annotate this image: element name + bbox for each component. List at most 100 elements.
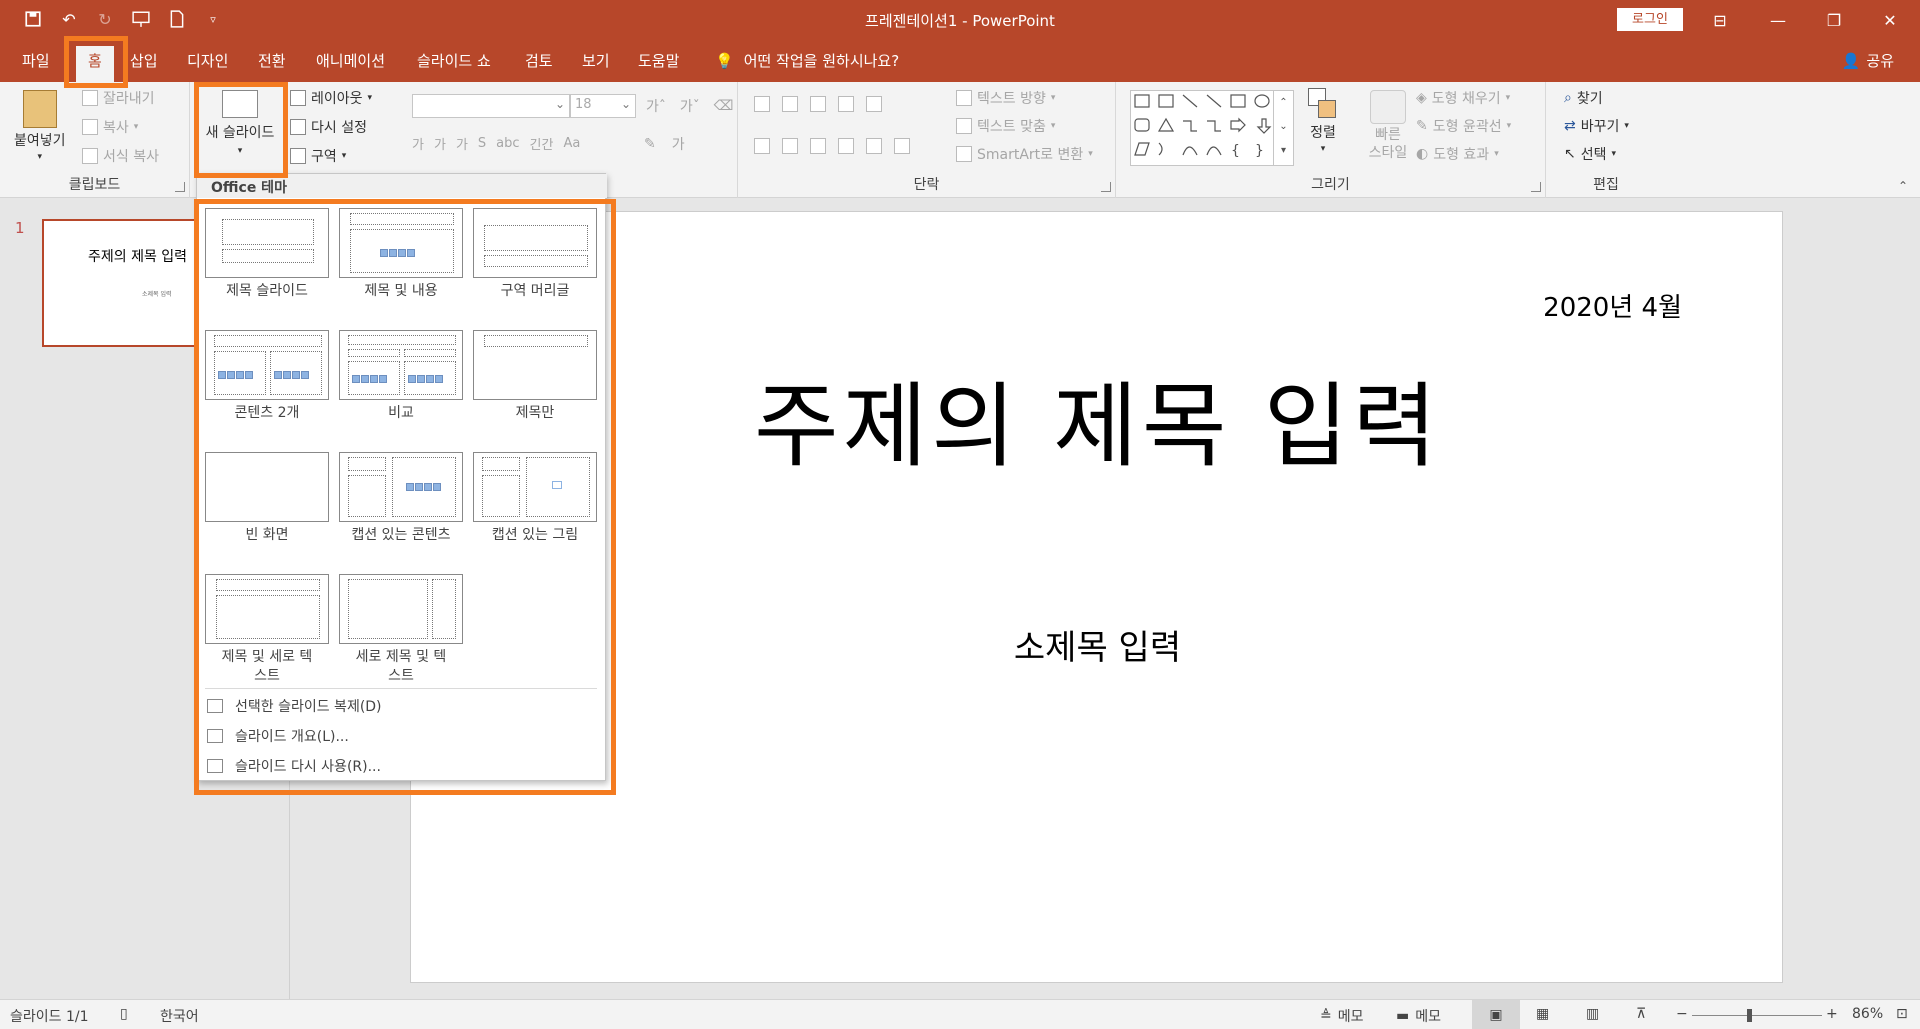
- increase-indent-icon[interactable]: [838, 96, 854, 112]
- tab-animations[interactable]: 애니메이션: [316, 50, 385, 71]
- slides-from-outline-command[interactable]: 슬라이드 개요(L)...: [207, 726, 349, 746]
- tab-help[interactable]: 도움말: [638, 50, 679, 71]
- notes-button[interactable]: ≜ 메모: [1320, 1006, 1364, 1026]
- zoom-out-button[interactable]: −: [1676, 1006, 1688, 1022]
- normal-view-button[interactable]: ▣: [1472, 1000, 1520, 1029]
- slide-subtitle[interactable]: 소제목 입력: [411, 620, 1784, 669]
- new-slide-icon: [222, 90, 258, 118]
- tab-insert[interactable]: 삽입: [130, 50, 158, 71]
- bullets-icon[interactable]: [754, 96, 770, 112]
- font-color-icon[interactable]: 가: [672, 134, 685, 154]
- reset-button[interactable]: 다시 설정: [290, 117, 367, 137]
- spell-check-icon[interactable]: ▯: [120, 1006, 128, 1022]
- strikethrough-icon[interactable]: abc: [496, 136, 519, 151]
- zoom-slider-track[interactable]: [1692, 1015, 1822, 1016]
- tell-me-search[interactable]: 💡 어떤 작업을 원하시나요?: [715, 50, 899, 71]
- change-case-icon[interactable]: Aa: [563, 136, 580, 151]
- close-icon[interactable]: ✕: [1862, 0, 1918, 40]
- layout-button[interactable]: 레이아웃 ▾: [290, 88, 372, 108]
- tab-transitions[interactable]: 전환: [258, 50, 286, 71]
- shadow-icon[interactable]: S: [478, 136, 486, 151]
- tab-slideshow[interactable]: 슬라이드 쇼: [417, 50, 491, 71]
- find-button[interactable]: ⌕ 찾기: [1564, 88, 1603, 108]
- highlight-icon[interactable]: ✎: [644, 136, 656, 152]
- align-center-icon[interactable]: [782, 138, 798, 154]
- italic-icon[interactable]: 가: [434, 134, 446, 153]
- layout-thumbnail: [205, 452, 329, 522]
- line-spacing-icon[interactable]: [866, 96, 882, 112]
- gallery-scroll-icon[interactable]: ⌃ ⌄ ▾: [1273, 91, 1293, 165]
- slide-canvas[interactable]: 2020년 4월 주제의 제목 입력 소제목 입력: [410, 211, 1783, 983]
- quick-styles-button[interactable]: 빠른 스타일: [1358, 90, 1418, 162]
- restore-icon[interactable]: ❐: [1806, 0, 1862, 40]
- slide-title[interactable]: 주제의 제목 입력: [411, 352, 1784, 485]
- cut-button[interactable]: 잘라내기: [82, 88, 155, 108]
- tab-review[interactable]: 검토: [525, 50, 553, 71]
- align-text-button[interactable]: 텍스트 맞춤 ▾: [956, 116, 1055, 136]
- dropdown-separator: [205, 688, 597, 689]
- font-name-combo[interactable]: ⌄: [412, 94, 570, 118]
- shrink-font-icon[interactable]: 가ˇ: [680, 96, 700, 116]
- editing-group: ⌕ 찾기 ⇄ 바꾸기 ▾ ↖ 선택 ▾ 편집: [1546, 82, 1666, 198]
- chevron-down-icon: ▾: [1050, 93, 1056, 103]
- replace-button[interactable]: ⇄ 바꾸기 ▾: [1564, 116, 1629, 136]
- minimize-icon[interactable]: —: [1750, 0, 1806, 40]
- select-button[interactable]: ↖ 선택 ▾: [1564, 144, 1616, 164]
- fit-slide-icon[interactable]: ⊡: [1896, 1006, 1908, 1022]
- tab-design[interactable]: 디자인: [187, 50, 228, 71]
- zoom-level[interactable]: 86%: [1852, 1006, 1883, 1022]
- grow-font-icon[interactable]: 가ˆ: [646, 96, 666, 116]
- collapse-ribbon-icon[interactable]: ⌃: [1898, 179, 1908, 193]
- paste-button[interactable]: 붙여넣기 ▾: [14, 90, 66, 162]
- comments-button[interactable]: ▬ 메모: [1396, 1006, 1441, 1026]
- notes-label: 메모: [1337, 1009, 1364, 1025]
- copy-button[interactable]: 복사 ▾: [82, 117, 138, 137]
- clipboard-launcher-icon[interactable]: [175, 182, 185, 192]
- list-buttons: [754, 96, 882, 112]
- ribbon-display-icon[interactable]: ⊟: [1692, 0, 1748, 40]
- align-left-icon[interactable]: [754, 138, 770, 154]
- columns-icon[interactable]: [866, 138, 882, 154]
- language[interactable]: 한국어: [160, 1006, 199, 1026]
- slide-sorter-button[interactable]: ▦: [1536, 1006, 1549, 1022]
- zoom-slider-thumb[interactable]: [1747, 1009, 1752, 1022]
- bold-icon[interactable]: 가: [412, 134, 424, 153]
- section-button[interactable]: 구역 ▾: [290, 146, 346, 166]
- layout-thumbnail: [205, 574, 329, 644]
- thumbnail-title: 주제의 제목 입력: [88, 249, 188, 265]
- zoom-in-button[interactable]: +: [1826, 1006, 1838, 1022]
- reuse-slides-command[interactable]: 슬라이드 다시 사용(R)...: [207, 756, 381, 776]
- align-options-icon[interactable]: [894, 138, 910, 154]
- clear-format-icon[interactable]: ⌫: [714, 98, 734, 114]
- reading-view-button[interactable]: ▥: [1586, 1006, 1599, 1022]
- shapes-gallery[interactable]: {} ⌃ ⌄ ▾: [1130, 90, 1294, 166]
- text-direction-button[interactable]: 텍스트 방향 ▾: [956, 88, 1055, 108]
- char-spacing-icon[interactable]: 긴간: [530, 134, 554, 153]
- slideshow-view-button[interactable]: ⊼: [1636, 1006, 1646, 1022]
- numbering-icon[interactable]: [782, 96, 798, 112]
- slide-date[interactable]: 2020년 4월: [1543, 287, 1682, 324]
- copy-icon: [82, 119, 98, 135]
- shape-effects-button[interactable]: ◐ 도형 효과 ▾: [1416, 144, 1499, 164]
- new-slide-button[interactable]: 새 슬라이드 ▾: [200, 90, 280, 156]
- arrange-button[interactable]: 정렬 ▾: [1308, 88, 1338, 154]
- align-right-icon[interactable]: [810, 138, 826, 154]
- copy-label: 복사: [103, 120, 129, 136]
- paragraph-launcher-icon[interactable]: [1101, 182, 1111, 192]
- share-button[interactable]: 👤 공유: [1842, 50, 1894, 71]
- drawing-launcher-icon[interactable]: [1531, 182, 1541, 192]
- decrease-indent-icon[interactable]: [810, 96, 826, 112]
- duplicate-slides-command[interactable]: 선택한 슬라이드 복제(D): [207, 696, 382, 716]
- font-size-combo[interactable]: 18 ⌄: [570, 94, 636, 118]
- tab-view[interactable]: 보기: [582, 50, 610, 71]
- shape-outline-button[interactable]: ✎ 도형 윤곽선 ▾: [1416, 116, 1511, 136]
- smartart-button[interactable]: SmartArt로 변환 ▾: [956, 144, 1093, 164]
- replace-label: 바꾸기: [1580, 119, 1620, 135]
- justify-icon[interactable]: [838, 138, 854, 154]
- tab-file[interactable]: 파일: [22, 50, 50, 71]
- format-painter-button[interactable]: 서식 복사: [82, 146, 159, 166]
- underline-icon[interactable]: 가: [456, 134, 468, 153]
- tab-home[interactable]: 홈: [76, 46, 114, 82]
- login-button[interactable]: 로그인: [1617, 8, 1683, 31]
- shape-fill-button[interactable]: ◈ 도형 채우기 ▾: [1416, 88, 1510, 108]
